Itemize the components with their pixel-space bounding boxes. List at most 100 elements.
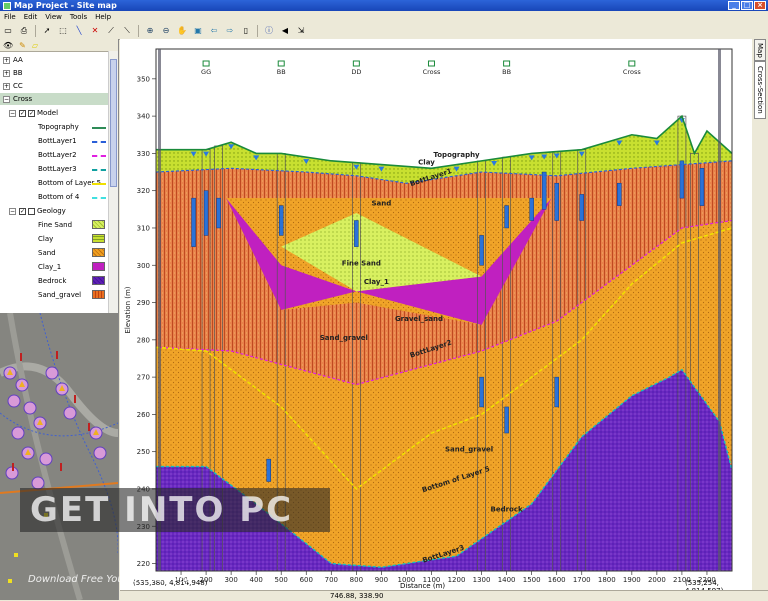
tree-item-bb[interactable]: + BB — [3, 67, 23, 79]
menu-edit[interactable]: Edit — [20, 13, 42, 21]
toolbar-separator — [257, 24, 258, 37]
tree-item-geology[interactable]: − ✓ Geology — [9, 205, 66, 217]
app-icon — [3, 1, 11, 10]
eye-icon[interactable]: 👁 — [3, 41, 13, 50]
collapse-icon[interactable]: − — [3, 95, 10, 103]
x-tick-label: 1500 — [523, 576, 541, 584]
tree-item-model[interactable]: − ✓ ✓ Model — [9, 107, 58, 119]
legend-clay[interactable]: Clay — [38, 233, 53, 245]
menu-file[interactable]: File — [0, 13, 20, 21]
map-overview[interactable] — [0, 313, 118, 600]
cursor-coordinates: 746.88, 338.90 — [330, 592, 384, 600]
y-tick-label: 350 — [137, 75, 150, 83]
well-screen — [479, 376, 484, 408]
tab-cross-section[interactable]: Cross-Section — [754, 61, 766, 119]
y-tick-label: 260 — [137, 411, 150, 419]
new-icon[interactable]: ▭ — [1, 24, 15, 38]
well-screen — [354, 220, 359, 247]
maximize-button[interactable]: □ — [741, 1, 753, 10]
layer-label: Sand_gravel — [320, 334, 368, 342]
export-icon[interactable]: ⇲ — [294, 24, 308, 38]
scrollbar-thumb[interactable] — [110, 59, 117, 187]
right-dock: Map Cross-Section — [752, 39, 768, 592]
tree-item-cross[interactable]: − Cross — [0, 93, 108, 105]
bottom-of-layer-5-line-icon — [92, 183, 106, 185]
pan-icon[interactable]: ✋ — [175, 24, 189, 38]
menu-tools[interactable]: Tools — [66, 13, 91, 21]
well-screen — [191, 197, 196, 247]
pencil-icon[interactable]: ✎ — [19, 41, 26, 50]
collapse-icon[interactable]: − — [9, 109, 16, 117]
select-icon[interactable]: ⬚ — [56, 24, 70, 38]
forward-icon[interactable]: ⇨ — [223, 24, 237, 38]
x-tick-label: 800 — [350, 576, 363, 584]
legend-clay-1[interactable]: Clay_1 — [38, 261, 61, 273]
layer-panel-toolbar: 👁 ✎ ▱ — [0, 39, 118, 52]
legend-topography[interactable]: Topography — [38, 121, 79, 133]
info-icon[interactable]: ⓘ — [262, 24, 276, 38]
tree-item-cc[interactable]: + CC — [3, 80, 23, 92]
measure-icon[interactable]: ⟋ — [104, 24, 118, 38]
expand-icon[interactable]: + — [3, 56, 10, 64]
section-marker-label: BB — [502, 68, 511, 76]
watermark: GET INTO PC — [20, 488, 330, 532]
bedrock-swatch — [92, 276, 105, 285]
legend-bedrock[interactable]: Bedrock — [38, 275, 66, 287]
window-title: Map Project - Site map — [14, 1, 117, 10]
delete-icon[interactable]: ✕ — [88, 24, 102, 38]
collapse-icon[interactable]: − — [9, 207, 16, 215]
clay-1-swatch — [92, 262, 105, 271]
pointer-icon[interactable]: ➚ — [40, 24, 54, 38]
legend-bottlayer2[interactable]: BottLayer2 — [38, 149, 77, 161]
x-tick-label: 1200 — [448, 576, 466, 584]
geology-visible-checkbox[interactable] — [28, 207, 35, 215]
x-tick-label: 900 — [375, 576, 388, 584]
legend-bottlayer1[interactable]: BottLayer1 — [38, 135, 77, 147]
section-marker-icon — [503, 60, 511, 67]
menu-help[interactable]: Help — [91, 13, 115, 21]
layer-panel-scrollbar[interactable] — [108, 51, 118, 313]
zoom-in-icon[interactable]: ⊕ — [143, 24, 157, 38]
watermark-subtitle: Download Free Your Desired App — [28, 574, 193, 585]
well-screen — [699, 168, 705, 206]
section-marker-icon — [628, 60, 636, 67]
legend-sand[interactable]: Sand — [38, 247, 56, 259]
model-visible-checkbox[interactable]: ✓ — [28, 109, 35, 117]
y-tick-label: 320 — [137, 187, 150, 195]
slope-icon[interactable]: ⟍ — [120, 24, 134, 38]
legend-sand-gravel[interactable]: Sand_gravel — [38, 289, 81, 301]
print-icon[interactable]: ⎙ — [17, 24, 31, 38]
well-screen — [679, 160, 685, 199]
layer-icon[interactable]: ▱ — [32, 41, 38, 50]
well-screen — [541, 171, 547, 210]
full-extent-icon[interactable]: ▣ — [191, 24, 205, 38]
tree-item-aa[interactable]: + AA — [3, 54, 23, 66]
y-tick-label: 310 — [137, 224, 150, 232]
section-markers: GG BB DD Cross BB Cross — [201, 60, 641, 76]
x-tick-label: 1800 — [598, 576, 616, 584]
y-tick-label: 290 — [137, 299, 150, 307]
close-button[interactable]: × — [754, 1, 766, 10]
section-marker-label: GG — [201, 68, 211, 76]
legend-fine-sand[interactable]: Fine Sand — [38, 219, 72, 231]
zoom-out-icon[interactable]: ⊖ — [159, 24, 173, 38]
menu-view[interactable]: View — [41, 13, 66, 21]
sand-gravel-swatch — [92, 290, 105, 299]
expand-icon[interactable]: + — [3, 69, 10, 77]
section-marker-label: Cross — [623, 68, 641, 76]
topography-line-icon — [92, 127, 106, 129]
legend-bottom-of-4[interactable]: Bottom of 4 — [38, 191, 79, 203]
model-checkbox[interactable]: ✓ — [19, 109, 26, 117]
well-screen — [278, 205, 284, 236]
tab-map[interactable]: Map — [754, 39, 766, 61]
sand-swatch — [92, 248, 105, 257]
back-icon[interactable]: ⇦ — [207, 24, 221, 38]
legend-bottlayer3[interactable]: BottLayer3 — [38, 163, 77, 175]
y-tick-label: 270 — [137, 374, 150, 382]
minimize-button[interactable]: _ — [728, 1, 740, 10]
refresh-icon[interactable]: ▯ — [239, 24, 253, 38]
sound-icon[interactable]: ◀ — [278, 24, 292, 38]
line-icon[interactable]: ╲ — [72, 24, 86, 38]
expand-icon[interactable]: + — [3, 82, 10, 90]
geology-checkbox[interactable]: ✓ — [19, 207, 26, 215]
